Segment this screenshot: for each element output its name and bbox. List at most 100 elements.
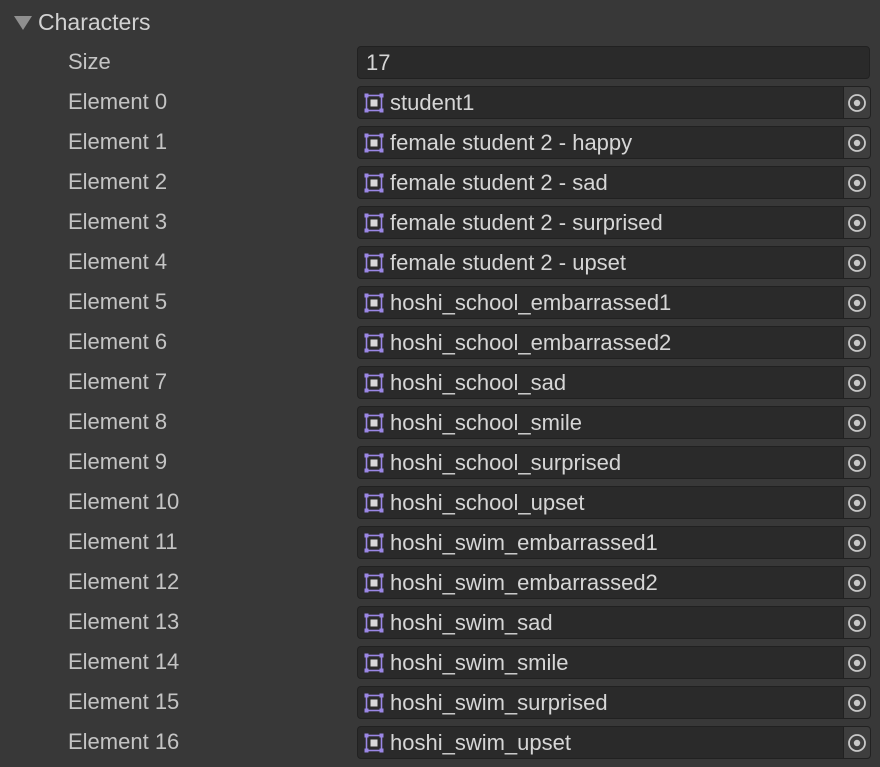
object-field[interactable]: hoshi_swim_embarrassed1 (357, 526, 843, 559)
object-picker-target-icon (847, 293, 867, 313)
sprite-icon (364, 373, 384, 393)
element-label: Element 11 (68, 529, 178, 554)
characters-foldout[interactable]: Characters (14, 4, 150, 40)
object-name: hoshi_school_upset (390, 489, 585, 515)
element-row: Element 12 hoshi_swim_embarrassed2 (0, 562, 880, 602)
sprite-icon (364, 693, 384, 713)
object-name: hoshi_school_embarrassed2 (390, 329, 672, 355)
element-row: Element 11 hoshi_swim_embarrassed1 (0, 522, 880, 562)
object-picker-target-icon (847, 93, 867, 113)
object-field[interactable]: hoshi_school_embarrassed1 (357, 286, 843, 319)
sprite-icon (364, 133, 384, 153)
element-row: Element 9 hoshi_school_surprised (0, 442, 880, 482)
object-picker-button[interactable] (843, 166, 871, 199)
element-row: Element 15 hoshi_swim_surprised (0, 682, 880, 722)
sprite-icon (364, 613, 384, 633)
element-row: Element 10 hoshi_school_upset (0, 482, 880, 522)
object-picker-target-icon (847, 213, 867, 233)
object-picker-button[interactable] (843, 566, 871, 599)
sprite-icon (364, 293, 384, 313)
object-picker-button[interactable] (843, 726, 871, 759)
element-label: Element 14 (68, 649, 180, 674)
object-name: hoshi_school_sad (390, 369, 567, 395)
object-name: student1 (390, 89, 475, 115)
object-picker-button[interactable] (843, 446, 871, 479)
object-picker-target-icon (847, 493, 867, 513)
element-label: Element 7 (68, 369, 168, 394)
object-field[interactable]: female student 2 - sad (357, 166, 843, 199)
size-field[interactable]: 17 (357, 46, 870, 79)
object-picker-button[interactable] (843, 686, 871, 719)
object-name: hoshi_swim_upset (390, 729, 571, 755)
object-name: hoshi_swim_smile (390, 649, 569, 675)
object-field[interactable]: hoshi_swim_smile (357, 646, 843, 679)
element-row: Element 4 female student 2 - upset (0, 242, 880, 282)
element-row: Element 3 female student 2 - surprised (0, 202, 880, 242)
object-picker-target-icon (847, 653, 867, 673)
element-label: Element 1 (68, 129, 168, 154)
object-picker-button[interactable] (843, 286, 871, 319)
object-field[interactable]: female student 2 - upset (357, 246, 843, 279)
element-label: Element 10 (68, 489, 180, 514)
object-picker-target-icon (847, 133, 867, 153)
object-picker-button[interactable] (843, 526, 871, 559)
object-picker-button[interactable] (843, 606, 871, 639)
object-picker-button[interactable] (843, 206, 871, 239)
object-name: hoshi_school_embarrassed1 (390, 289, 672, 315)
object-field[interactable]: female student 2 - happy (357, 126, 843, 159)
element-label: Element 2 (68, 169, 168, 194)
sprite-icon (364, 413, 384, 433)
sprite-icon (364, 533, 384, 553)
object-name: female student 2 - happy (390, 129, 633, 155)
object-name: hoshi_swim_embarrassed1 (390, 529, 658, 555)
object-field[interactable]: female student 2 - surprised (357, 206, 843, 239)
object-picker-target-icon (847, 333, 867, 353)
object-picker-target-icon (847, 253, 867, 273)
object-picker-target-icon (847, 733, 867, 753)
element-row: Element 8 hoshi_school_smile (0, 402, 880, 442)
sprite-icon (364, 93, 384, 113)
foldout-title: Characters (38, 8, 151, 35)
object-picker-button[interactable] (843, 86, 871, 119)
sprite-icon (364, 653, 384, 673)
object-picker-button[interactable] (843, 126, 871, 159)
object-picker-button[interactable] (843, 646, 871, 679)
element-row: Element 14 hoshi_swim_smile (0, 642, 880, 682)
element-row: Element 5 hoshi_school_embarrassed1 (0, 282, 880, 322)
sprite-icon (364, 453, 384, 473)
object-name: female student 2 - upset (390, 249, 627, 275)
object-field[interactable]: hoshi_swim_embarrassed2 (357, 566, 843, 599)
object-field[interactable]: student1 (357, 86, 843, 119)
object-field[interactable]: hoshi_school_sad (357, 366, 843, 399)
element-row: Element 16 hoshi_swim_upset (0, 722, 880, 762)
element-label: Element 13 (68, 609, 180, 634)
element-label: Element 0 (68, 89, 168, 114)
sprite-icon (364, 573, 384, 593)
sprite-icon (364, 733, 384, 753)
object-picker-target-icon (847, 373, 867, 393)
element-label: Element 15 (68, 689, 180, 714)
object-picker-target-icon (847, 693, 867, 713)
element-row: Element 1 female student 2 - happy (0, 122, 880, 162)
object-picker-button[interactable] (843, 486, 871, 519)
object-field[interactable]: hoshi_school_embarrassed2 (357, 326, 843, 359)
object-picker-target-icon (847, 573, 867, 593)
object-field[interactable]: hoshi_swim_upset (357, 726, 843, 759)
element-label: Element 6 (68, 329, 168, 354)
object-picker-button[interactable] (843, 326, 871, 359)
object-picker-button[interactable] (843, 406, 871, 439)
triangle-down-icon[interactable] (14, 16, 32, 30)
object-field[interactable]: hoshi_swim_surprised (357, 686, 843, 719)
object-field[interactable]: hoshi_school_surprised (357, 446, 843, 479)
object-name: female student 2 - sad (390, 169, 608, 195)
sprite-icon (364, 493, 384, 513)
element-label: Element 4 (68, 249, 168, 274)
object-picker-button[interactable] (843, 366, 871, 399)
size-label: Size (68, 49, 111, 74)
object-name: hoshi_school_smile (390, 409, 582, 435)
object-field[interactable]: hoshi_school_smile (357, 406, 843, 439)
object-field[interactable]: hoshi_school_upset (357, 486, 843, 519)
object-field[interactable]: hoshi_swim_sad (357, 606, 843, 639)
sprite-icon (364, 253, 384, 273)
object-picker-button[interactable] (843, 246, 871, 279)
